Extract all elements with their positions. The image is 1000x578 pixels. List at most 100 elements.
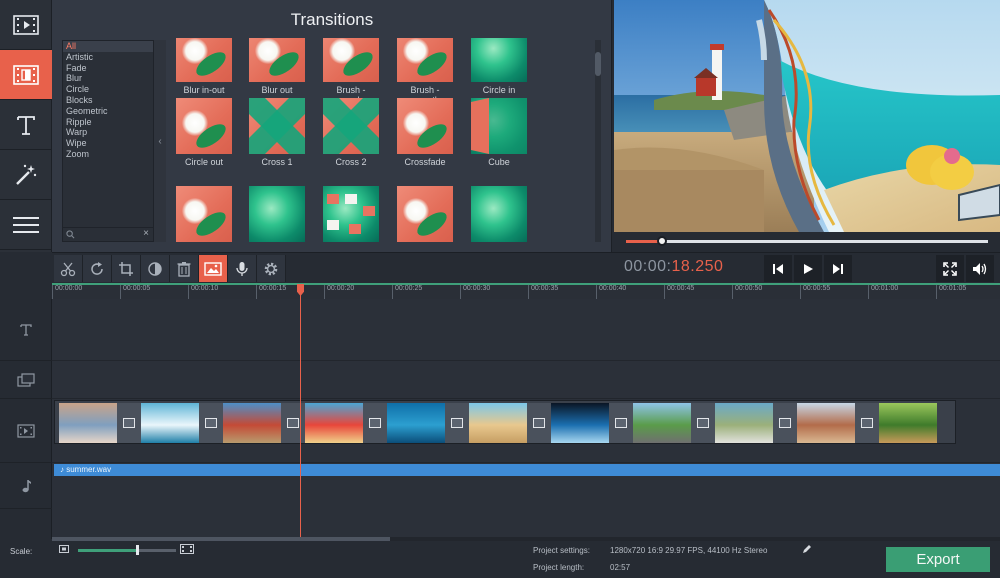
transition-thumbnail xyxy=(397,38,453,82)
transition-item[interactable]: Brush - rough xyxy=(321,38,381,105)
zoom-out-icon[interactable] xyxy=(59,545,69,553)
pencil-icon[interactable] xyxy=(802,544,812,554)
transition-item[interactable] xyxy=(174,186,234,245)
audio-track-header xyxy=(0,463,52,509)
transition-marker[interactable] xyxy=(281,403,305,443)
category-item[interactable]: Fade xyxy=(63,63,153,74)
video-clip-thumbnail[interactable] xyxy=(879,403,937,443)
transition-marker[interactable] xyxy=(363,403,387,443)
category-search-box[interactable]: × xyxy=(63,227,153,241)
skip-back-icon xyxy=(773,263,783,274)
audio-clip[interactable]: ♪ summer.wav xyxy=(54,464,1000,476)
transition-marker[interactable] xyxy=(445,403,469,443)
video-clip-thumbnail[interactable] xyxy=(551,403,609,443)
transition-item[interactable]: Cross 2 xyxy=(321,98,381,167)
split-button[interactable] xyxy=(54,255,83,282)
transition-marker[interactable] xyxy=(199,403,223,443)
transition-marker[interactable] xyxy=(855,403,879,443)
video-clip-thumbnail[interactable] xyxy=(469,403,527,443)
transition-label: Circle in xyxy=(482,85,516,95)
category-item[interactable]: Zoom xyxy=(63,149,153,160)
transition-item[interactable] xyxy=(469,186,529,245)
ruler-tick-label: 00:00:25 xyxy=(392,285,422,299)
transitions-grid: Blur in-out Blur out Brush - roughBrush - … xyxy=(166,38,586,248)
filters-tab-button[interactable] xyxy=(0,150,52,200)
fullscreen-button[interactable] xyxy=(936,255,964,282)
transition-item[interactable] xyxy=(247,186,307,245)
timecode-display: 00:00:18.250 xyxy=(624,258,723,276)
transition-marker-icon xyxy=(697,418,709,428)
transition-item[interactable]: Circle in xyxy=(469,38,529,95)
transition-marker[interactable] xyxy=(527,403,551,443)
timeline-ruler[interactable]: 00:00:00 00:00:05 00:00:10 00:00:15 00:00:20… xyxy=(52,283,1000,299)
next-frame-button[interactable] xyxy=(824,255,852,282)
transition-item[interactable]: Crossfade xyxy=(395,98,455,167)
category-item[interactable]: Artistic xyxy=(63,52,153,63)
record-audio-button[interactable] xyxy=(228,255,257,282)
transition-item[interactable]: Cross 1 xyxy=(247,98,307,167)
seekbar-knob[interactable] xyxy=(657,236,668,246)
play-button[interactable] xyxy=(794,255,822,282)
volume-button[interactable] xyxy=(966,255,994,282)
video-clip-thumbnail[interactable] xyxy=(715,403,773,443)
category-item[interactable]: Ripple xyxy=(63,117,153,128)
scale-slider-knob[interactable] xyxy=(135,545,139,555)
category-item[interactable]: Wipe xyxy=(63,138,153,149)
transitions-tab-button[interactable] xyxy=(0,50,52,100)
ruler-tick-label: 00:00:15 xyxy=(256,285,286,299)
video-clip-thumbnail[interactable] xyxy=(305,403,363,443)
transition-item[interactable] xyxy=(321,186,381,245)
transition-marker[interactable] xyxy=(691,403,715,443)
previous-frame-button[interactable] xyxy=(764,255,792,282)
skip-forward-icon xyxy=(833,263,843,274)
transition-item[interactable]: Blur in-out xyxy=(174,38,234,95)
export-button[interactable]: Export xyxy=(886,547,990,572)
clear-search-button[interactable]: × xyxy=(143,228,149,239)
transition-marker[interactable] xyxy=(117,403,141,443)
scrollbar-thumb[interactable] xyxy=(595,52,601,76)
category-item[interactable]: Circle xyxy=(63,84,153,95)
video-clip-thumbnail[interactable] xyxy=(387,403,445,443)
video-clip-strip[interactable] xyxy=(54,400,956,444)
titles-tab-button[interactable] xyxy=(0,100,52,150)
overlay-lane[interactable] xyxy=(52,361,1000,399)
transition-item[interactable]: Cube xyxy=(469,98,529,167)
color-adjustment-button[interactable] xyxy=(141,255,170,282)
category-item[interactable]: Geometric xyxy=(63,106,153,117)
zoom-in-icon[interactable] xyxy=(180,544,194,554)
magic-wand-icon xyxy=(16,164,37,185)
video-clip-thumbnail[interactable] xyxy=(633,403,691,443)
transition-item[interactable]: Circle out xyxy=(174,98,234,167)
video-clip-thumbnail[interactable] xyxy=(141,403,199,443)
playhead-line[interactable] xyxy=(300,285,301,539)
import-files-button[interactable] xyxy=(0,0,52,50)
transition-marker[interactable] xyxy=(609,403,633,443)
category-item[interactable]: All xyxy=(63,41,153,52)
more-menu-button[interactable] xyxy=(0,200,52,250)
transition-thumbnail xyxy=(176,38,232,82)
transition-item[interactable] xyxy=(395,186,455,245)
timeline-scale-slider[interactable] xyxy=(78,545,176,555)
preview-seekbar[interactable] xyxy=(626,236,988,246)
text-lane[interactable] xyxy=(52,299,1000,361)
video-clip-thumbnail[interactable] xyxy=(223,403,281,443)
category-item[interactable]: Warp xyxy=(63,127,153,138)
settings-button[interactable] xyxy=(257,255,286,282)
collapse-categories-handle[interactable]: ‹ xyxy=(154,40,166,242)
delete-button[interactable] xyxy=(170,255,199,282)
transition-marker[interactable] xyxy=(773,403,797,443)
category-item[interactable]: Blur xyxy=(63,73,153,84)
category-item[interactable]: Blocks xyxy=(63,95,153,106)
transition-item[interactable]: Blur out xyxy=(247,38,307,95)
rotate-button[interactable] xyxy=(83,255,112,282)
transition-item[interactable]: Brush - smooth xyxy=(395,38,455,105)
transitions-scrollbar[interactable] xyxy=(595,40,601,242)
video-track-icon xyxy=(17,423,35,438)
clip-properties-button[interactable] xyxy=(199,255,228,282)
transition-thumbnail xyxy=(176,98,232,154)
video-clip-thumbnail[interactable] xyxy=(797,403,855,443)
ruler-tick-label: 00:00:30 xyxy=(460,285,490,299)
video-clip-thumbnail[interactable] xyxy=(59,403,117,443)
crop-button[interactable] xyxy=(112,255,141,282)
video-track-header xyxy=(0,399,52,463)
